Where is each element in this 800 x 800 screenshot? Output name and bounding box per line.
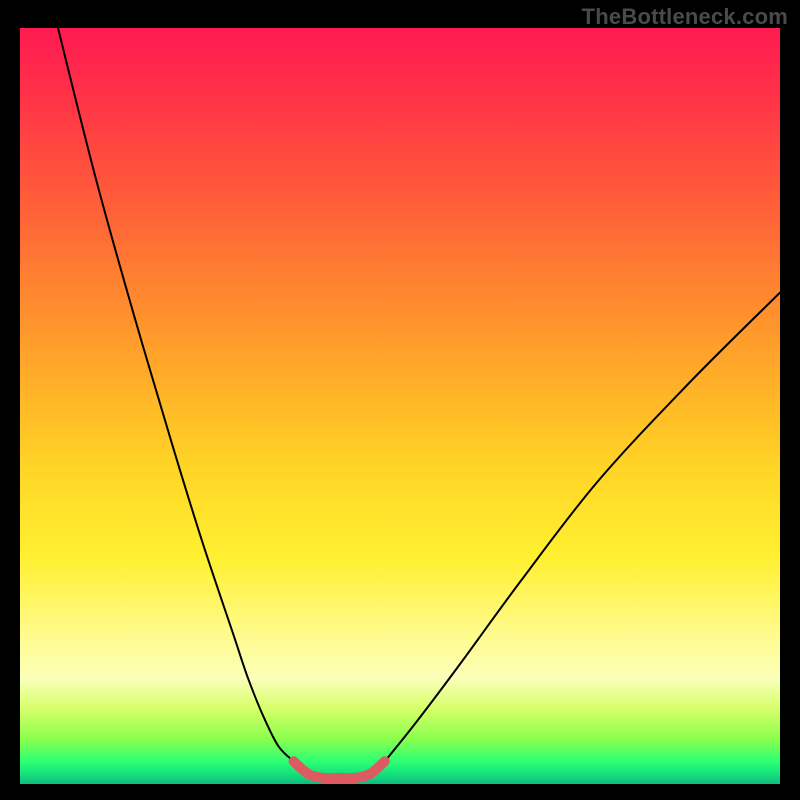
curve-left-branch — [58, 28, 294, 761]
watermark-text: TheBottleneck.com — [582, 4, 788, 30]
curve-layer — [20, 28, 780, 784]
chart-stage: TheBottleneck.com — [0, 0, 800, 800]
curve-valley-floor — [294, 761, 385, 778]
plot-area — [20, 28, 780, 784]
curve-right-branch — [385, 293, 780, 762]
